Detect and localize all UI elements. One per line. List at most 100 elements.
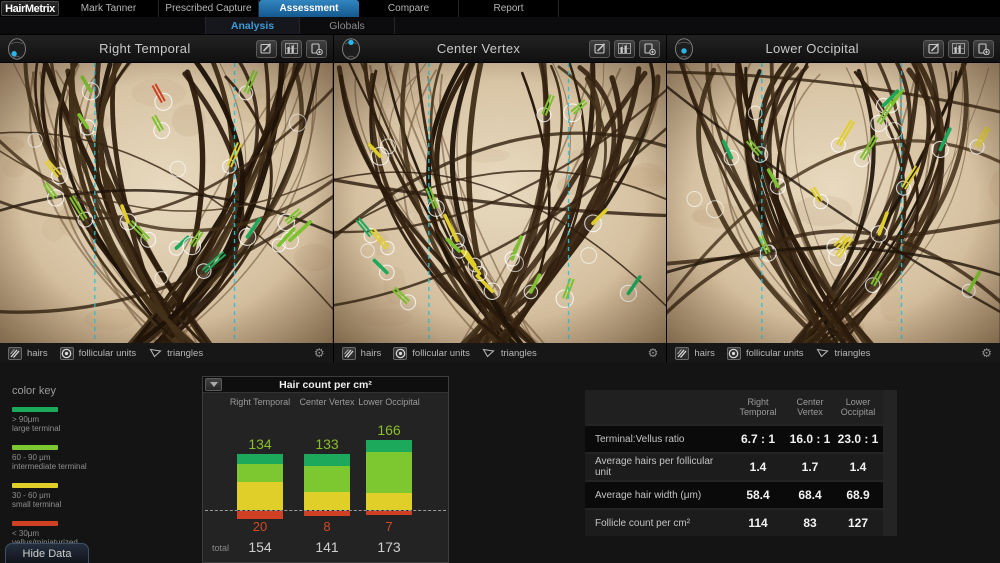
settings-gear-icon[interactable]: ⚙: [981, 347, 992, 359]
panel-toolbar: hairs follicular units triangles ⚙: [334, 343, 667, 363]
toggle-follicular-units-button[interactable]: follicular units: [60, 347, 137, 360]
chart-category-label: Lower Occipital: [354, 397, 424, 407]
vellus-count: 7: [359, 519, 419, 534]
stacked-bar: [366, 440, 412, 510]
edit-annotations-button[interactable]: [256, 40, 277, 58]
color-key-range: 30 - 60 μm: [12, 491, 87, 500]
chart-header: Hair count per cm²: [203, 377, 448, 393]
color-key-range: > 90μm: [12, 415, 87, 424]
trichoscopy-image[interactable]: [667, 63, 1000, 343]
vellus-count: 20: [230, 519, 290, 534]
stats-value: 114: [729, 516, 787, 530]
color-swatch: [12, 445, 58, 450]
color-key-class: small terminal: [12, 500, 87, 509]
panel-toolbar: hairs follicular units triangles ⚙: [667, 343, 1000, 363]
panel-center-vertex: Center Vertex hairs follicular units tri…: [334, 35, 667, 363]
hair-count-chart: Hair count per cm² Right Temporal1342015…: [202, 376, 449, 563]
panel-header: Center Vertex: [334, 35, 667, 63]
top-nav-report[interactable]: Report: [459, 0, 559, 17]
total-label: total: [212, 543, 229, 553]
table-row: Follicle count per cm²11483127: [585, 510, 883, 536]
chevron-down-icon: [210, 382, 218, 387]
toggle-hairs-button[interactable]: hairs: [342, 347, 382, 360]
analysis-grid-button[interactable]: [614, 40, 635, 58]
stats-table: RightTemporalCenterVertexLowerOccipital …: [585, 390, 897, 536]
panel-actions: [923, 40, 1000, 58]
top-nav-assessment[interactable]: Assessment: [259, 0, 359, 17]
toggle-follicular-units-button[interactable]: follicular units: [727, 347, 804, 360]
panel-toolbar: hairs follicular units triangles ⚙: [0, 343, 333, 363]
hairs-icon: [8, 347, 22, 360]
bar-segment-vellus: [304, 511, 350, 516]
stats-value: 127: [833, 516, 883, 530]
image-panels-row: Right Temporal hairs follicular units tr…: [0, 35, 1000, 363]
stats-row-label: Average hairs per follicular unit: [585, 456, 729, 478]
edit-annotations-button[interactable]: [589, 40, 610, 58]
trichoscopy-image[interactable]: [334, 63, 667, 343]
stats-value: 16.0 : 1: [787, 432, 833, 446]
color-key-range: < 30μm: [12, 529, 87, 538]
stacked-bar: [304, 454, 350, 510]
edit-annotations-button[interactable]: [923, 40, 944, 58]
stats-value: 68.4: [787, 488, 833, 502]
chart-category-label: Center Vertex: [292, 397, 362, 407]
top-nav-prescribed-capture[interactable]: Prescribed Capture: [159, 0, 259, 17]
follicular-units-icon: [60, 347, 74, 360]
stats-value: 6.7 : 1: [729, 432, 787, 446]
toggle-triangles-button[interactable]: triangles: [816, 347, 871, 360]
stats-column-header: RightTemporal: [729, 397, 787, 417]
toggle-triangles-button[interactable]: triangles: [148, 347, 203, 360]
toggle-hairs-button[interactable]: hairs: [8, 347, 48, 360]
add-image-button[interactable]: [973, 40, 994, 58]
hairs-icon: [342, 347, 356, 360]
top-nav: HairMetrix Mark TannerPrescribed Capture…: [0, 0, 1000, 17]
hide-data-button[interactable]: Hide Data: [5, 543, 89, 563]
stats-row-label: Follicle count per cm²: [585, 518, 729, 529]
panel-title: Lower Occipital: [701, 41, 923, 56]
color-key-range: 60 - 90 μm: [12, 453, 87, 462]
top-nav-compare[interactable]: Compare: [359, 0, 459, 17]
top-nav-items: Mark TannerPrescribed CaptureAssessmentC…: [59, 0, 559, 17]
chart-collapse-button[interactable]: [205, 378, 222, 391]
panel-lower-occipital: Lower Occipital hairs follicular units t…: [667, 35, 1000, 363]
color-key-class: intermediate terminal: [12, 462, 87, 471]
stats-row-label: Average hair width (μm): [585, 490, 729, 501]
table-row: Terminal:Vellus ratio6.7 : 116.0 : 123.0…: [585, 426, 883, 452]
stats-value: 23.0 : 1: [833, 432, 883, 446]
panel-header: Right Temporal: [0, 35, 333, 63]
panel-right-temporal: Right Temporal hairs follicular units tr…: [0, 35, 333, 363]
panel-title: Right Temporal: [34, 41, 256, 56]
color-key-title: color key: [12, 385, 87, 397]
head-location-icon: [0, 37, 34, 61]
toggle-triangles-button[interactable]: triangles: [482, 347, 537, 360]
color-swatch: [12, 407, 58, 412]
top-nav-mark-tanner[interactable]: Mark Tanner: [59, 0, 159, 17]
triangles-icon: [816, 347, 830, 360]
terminal-count: 166: [359, 422, 419, 438]
bar-segment-intermediate-terminal: [237, 464, 283, 482]
analysis-grid-button[interactable]: [281, 40, 302, 58]
stats-value: 68.9: [833, 488, 883, 502]
total-count: 154: [230, 539, 290, 555]
head-location-icon: [334, 37, 368, 61]
toggle-hairs-button[interactable]: hairs: [675, 347, 715, 360]
stats-value: 1.7: [787, 460, 833, 474]
bar-segment-vellus: [237, 511, 283, 519]
toggle-follicular-units-button[interactable]: follicular units: [393, 347, 470, 360]
bar-segment-intermediate-terminal: [304, 466, 350, 492]
trichoscopy-image[interactable]: [0, 63, 333, 343]
bar-segment-large-terminal: [237, 454, 283, 464]
panel-header: Lower Occipital: [667, 35, 1000, 63]
add-image-button[interactable]: [639, 40, 660, 58]
color-swatch: [12, 521, 58, 526]
add-image-button[interactable]: [306, 40, 327, 58]
analysis-grid-button[interactable]: [948, 40, 969, 58]
settings-gear-icon[interactable]: ⚙: [648, 347, 659, 359]
stats-row-label: Terminal:Vellus ratio: [585, 434, 729, 445]
color-key-entry: 30 - 60 μm small terminal: [12, 483, 87, 509]
tab-analysis[interactable]: Analysis: [205, 17, 300, 34]
tab-globals[interactable]: Globals: [300, 17, 395, 34]
settings-gear-icon[interactable]: ⚙: [314, 347, 325, 359]
bar-segment-intermediate-terminal: [366, 452, 412, 493]
stats-column-header: CenterVertex: [787, 397, 833, 417]
